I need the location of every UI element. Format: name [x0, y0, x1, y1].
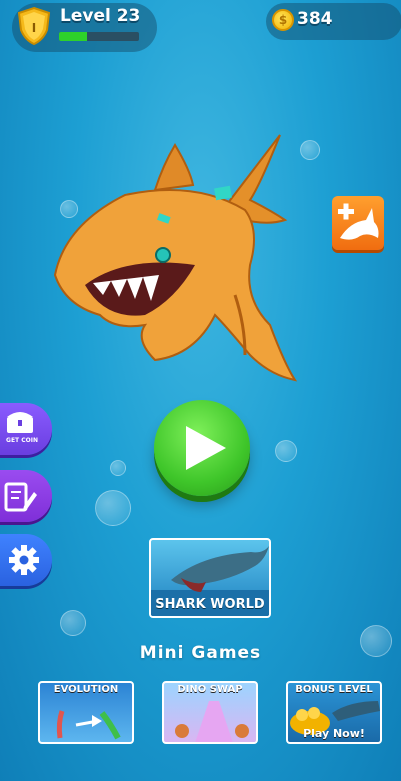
mini-games-title: Mini Games [139, 643, 262, 663]
play-now-label: Play Now! [303, 727, 365, 740]
shark-character [53, 134, 298, 382]
coin-icon: $ [272, 9, 294, 31]
coin-count: 384 [297, 9, 333, 29]
level-label: Level 23 [60, 6, 141, 26]
xp-progress-bar [59, 32, 139, 41]
notepad-pencil-icon [4, 482, 37, 512]
add-shark-button[interactable] [332, 196, 384, 250]
xp-progress-fill [59, 32, 87, 41]
rank-shield-icon: I [17, 6, 51, 46]
get-coin-button[interactable] [0, 403, 52, 455]
bubble [60, 610, 86, 636]
shark-world-label: SHARK WORLD [155, 597, 265, 612]
mini-game-bonus-level[interactable]: BONUS LEVEL Play Now! [286, 681, 382, 744]
mini-game-evolution[interactable]: EVOLUTION [38, 681, 134, 744]
add-shark-icon [338, 203, 379, 240]
bubble [110, 460, 126, 476]
tasks-button[interactable] [0, 470, 52, 522]
dino-swap-thumbnail [175, 701, 249, 742]
bubble [95, 490, 131, 526]
evolution-thumbnail [56, 710, 121, 740]
gear-icon [9, 545, 39, 575]
settings-button[interactable] [0, 534, 52, 586]
rank-badge-text: I [32, 21, 36, 35]
play-icon [186, 426, 226, 470]
mini-game-dino-swap[interactable]: DINO SWAP [162, 681, 258, 744]
shark-world-button[interactable]: SHARK WORLD [149, 538, 271, 618]
bubble [275, 440, 297, 462]
treasure-chest-icon [7, 412, 33, 433]
get-coin-label: GET COIN [6, 437, 38, 444]
